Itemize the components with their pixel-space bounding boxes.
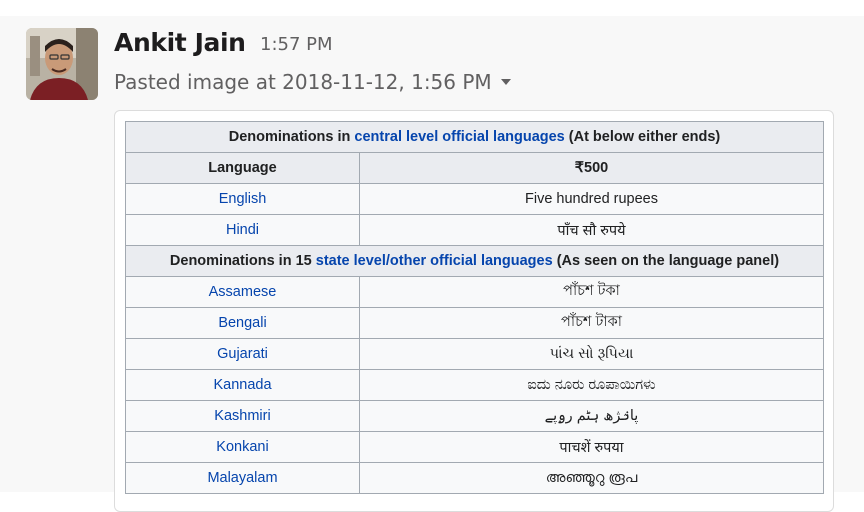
pasted-image[interactable]: Denominations in central level official … (114, 110, 834, 512)
language-link[interactable]: Hindi (226, 222, 259, 238)
language-cell: Bengali (125, 307, 360, 339)
denomination-text: पाचशें रुपया (359, 431, 824, 463)
table-row: Gujarati પાંચ સો રૂપિયા (125, 338, 824, 370)
avatar-photo (26, 28, 98, 100)
language-link[interactable]: Kannada (213, 377, 271, 393)
central-languages-link[interactable]: central level official languages (354, 129, 564, 145)
table-row: Konkani पाचशें रुपया (125, 431, 824, 463)
language-cell: Gujarati (125, 338, 360, 370)
header-text: (At below either ends) (564, 129, 721, 145)
language-cell: Kannada (125, 369, 360, 401)
language-link[interactable]: English (219, 191, 267, 207)
table-row: Bengali পাঁচশ টাকা (125, 307, 824, 339)
denominations-table: Denominations in central level official … (125, 121, 824, 494)
central-header-row: Denominations in central level official … (125, 121, 824, 153)
table-row: Hindi पाँच सौ रुपये (125, 214, 824, 246)
avatar[interactable] (26, 28, 98, 100)
header-text: Denominations in 15 (169, 253, 316, 269)
table-row: Kannada ಐದು ನೂರು ರೂಪಾಯಿಗಳು (125, 369, 824, 401)
language-cell: Assamese (125, 276, 360, 308)
denomination-text: पाँच सौ रुपये (359, 214, 824, 246)
state-languages-link[interactable]: state level/other official languages (316, 253, 553, 269)
message-timestamp[interactable]: 1:57 PM (260, 34, 333, 55)
language-link[interactable]: Gujarati (217, 346, 268, 362)
state-header: Denominations in 15 state level/other of… (125, 245, 824, 277)
column-header-language: Language (125, 152, 360, 184)
denomination-text: پانٛژھ ہٹم رۄپے (359, 400, 824, 432)
language-cell: Hindi (125, 214, 360, 246)
caret-down-icon[interactable] (500, 79, 511, 85)
table-row: Assamese পাঁচশ টকা (125, 276, 824, 308)
denomination-text: ಐದು ನೂರು ರೂಪಾಯಿಗಳು (359, 369, 824, 401)
state-header-row: Denominations in 15 state level/other of… (125, 245, 824, 277)
header-text: Denominations in (228, 129, 355, 145)
language-link[interactable]: Konkani (216, 439, 268, 455)
language-cell: Konkani (125, 431, 360, 463)
file-title[interactable]: Pasted image at 2018-11-12, 1:56 PM (114, 70, 492, 94)
column-header-500: ₹500 (359, 152, 824, 184)
denomination-text: Five hundred rupees (359, 183, 824, 215)
language-link[interactable]: Malayalam (207, 470, 277, 486)
denomination-text: পাঁচশ টকা (359, 276, 824, 308)
denomination-text: પાંચ સો રૂપિયા (359, 338, 824, 370)
file-title-row: Pasted image at 2018-11-12, 1:56 PM (114, 70, 511, 94)
language-cell: Kashmiri (125, 400, 360, 432)
column-header-row: Language ₹500 (125, 152, 824, 184)
language-link[interactable]: Assamese (209, 284, 277, 300)
language-cell: English (125, 183, 360, 215)
table-row: Kashmiri پانٛژھ ہٹم رۄپے (125, 400, 824, 432)
table-row: English Five hundred rupees (125, 183, 824, 215)
language-link[interactable]: Kashmiri (214, 408, 270, 424)
central-header: Denominations in central level official … (125, 121, 824, 153)
language-link[interactable]: Bengali (218, 315, 266, 331)
denomination-text: അഞ്ഞൂറു രൂപ (359, 462, 824, 494)
denomination-text: পাঁচশ টাকা (359, 307, 824, 339)
table-row: Malayalam അഞ്ഞൂറു രൂപ (125, 462, 824, 494)
language-cell: Malayalam (125, 462, 360, 494)
author-name[interactable]: Ankit Jain (114, 28, 246, 57)
header-text: (As seen on the language panel) (552, 253, 780, 269)
